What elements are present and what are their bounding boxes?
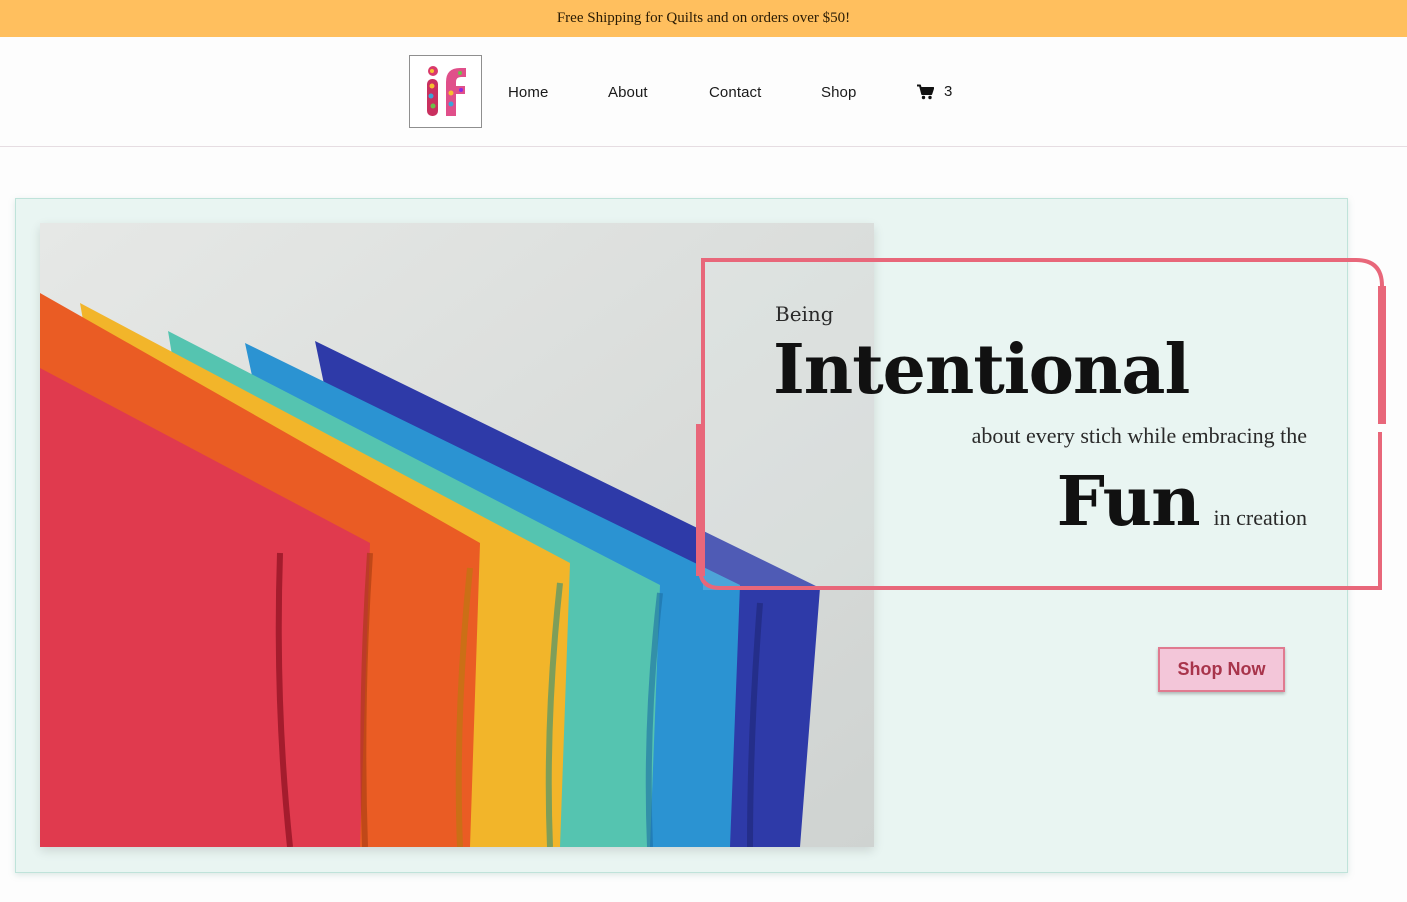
hero-fun-line: Fun in creation (1057, 462, 1307, 542)
shop-now-button[interactable]: Shop Now (1158, 647, 1285, 692)
nav-about[interactable]: About (608, 84, 648, 101)
hero-being-text: Being (775, 302, 834, 326)
nav-contact[interactable]: Contact (709, 84, 761, 101)
promo-text: Free Shipping for Quilts and on orders o… (556, 10, 851, 26)
cart-icon (917, 84, 934, 99)
hero-headline: Intentional (773, 330, 1190, 410)
site-header: Home About Contact Shop 3 (0, 37, 1407, 147)
hero-subline: about every stich while embracing the (971, 423, 1307, 448)
cart-count: 3 (944, 83, 953, 100)
logo-icon (427, 66, 466, 116)
hero-in-creation-text: in creation (1213, 505, 1307, 530)
cart-button[interactable]: 3 (917, 83, 952, 100)
nav-home[interactable]: Home (508, 84, 548, 101)
logo[interactable] (409, 55, 482, 128)
hero-fun-text: Fun (1056, 462, 1201, 542)
nav-shop[interactable]: Shop (821, 84, 856, 101)
promo-bar: Free Shipping for Quilts and on orders o… (0, 0, 1407, 37)
